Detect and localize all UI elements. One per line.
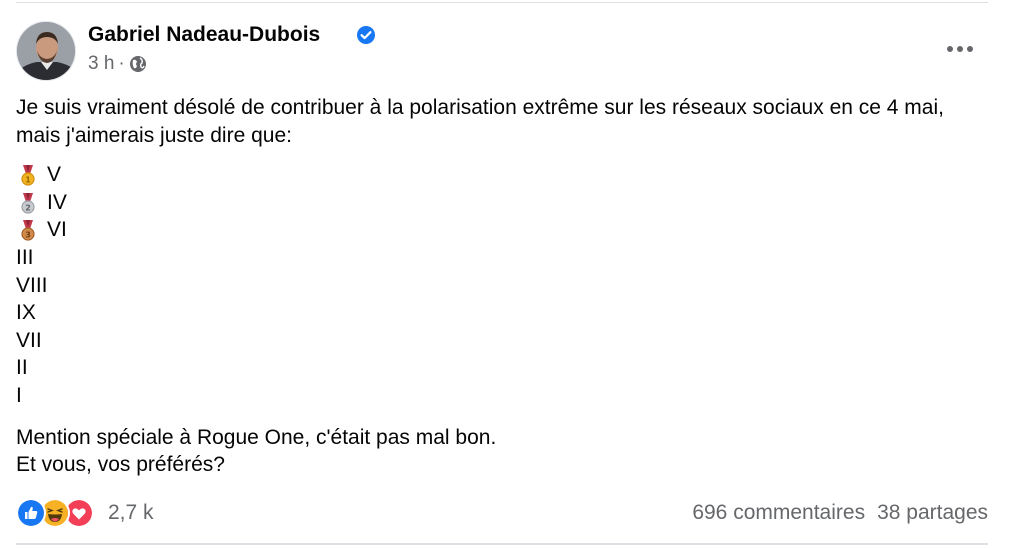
ranking-item-2: 2 IV (16, 189, 988, 217)
post-outro-line-1: Mention spéciale à Rogue One, c'était pa… (16, 425, 497, 449)
svg-text:1: 1 (25, 175, 31, 184)
avatar-photo (17, 22, 75, 80)
author-name[interactable]: Gabriel Nadeau-Dubois (88, 23, 320, 47)
more-options-button[interactable] (940, 32, 980, 66)
ranking-item-3: 3 VI (16, 216, 988, 244)
globe-icon[interactable] (129, 55, 147, 73)
verified-badge-icon (357, 26, 375, 44)
post-body: Je suis vraiment désolé de contribuer à … (16, 94, 988, 479)
ranking-label: I (16, 383, 22, 407)
bottom-divider (16, 543, 988, 545)
post-intro-text: Je suis vraiment désolé de contribuer à … (16, 96, 944, 147)
ranking-item-1: 1 V (16, 161, 988, 189)
ranking-list: 1 V 2 IV 3 VI III VIII IX VII II I (16, 161, 988, 409)
shares-count-link[interactable]: 38 partages (877, 501, 988, 525)
meta-separator: · (118, 53, 125, 74)
ranking-label: VI (47, 218, 67, 242)
comments-count-link[interactable]: 696 commentaires (692, 501, 865, 525)
post-outro-line-2: Et vous, vos préférés? (16, 453, 225, 477)
svg-text:3: 3 (25, 231, 31, 240)
ranking-label: V (47, 163, 62, 187)
ranking-item-4: III (16, 244, 988, 272)
ranking-label: IX (16, 301, 36, 325)
ranking-label: VIII (16, 273, 48, 297)
ranking-label: VII (16, 328, 42, 352)
ellipsis-icon (947, 46, 973, 52)
post-footer: 2,7 k 696 commentaires 38 partages (16, 498, 988, 528)
ranking-item-7: VII (16, 327, 988, 355)
ranking-label: IV (47, 190, 67, 214)
ranking-item-9: I (16, 382, 988, 410)
author-avatar[interactable] (16, 21, 76, 81)
post-stats: 696 commentaires 38 partages (692, 501, 988, 525)
ranking-label: II (16, 356, 28, 380)
silver-medal-icon: 2 (21, 192, 35, 214)
ranking-item-8: II (16, 354, 988, 382)
like-icon (16, 498, 46, 528)
reactions-summary[interactable]: 2,7 k (16, 498, 154, 528)
ranking-item-5: VIII (16, 272, 988, 300)
top-divider (16, 2, 988, 3)
reaction-count: 2,7 k (108, 501, 154, 524)
gold-medal-icon: 1 (21, 164, 35, 186)
ranking-label: III (16, 245, 34, 269)
post-timestamp[interactable]: 3 h (88, 53, 114, 75)
bronze-medal-icon: 3 (21, 220, 35, 241)
post-meta: 3 h · (88, 53, 147, 75)
svg-text:2: 2 (25, 203, 31, 212)
ranking-item-6: IX (16, 299, 988, 327)
